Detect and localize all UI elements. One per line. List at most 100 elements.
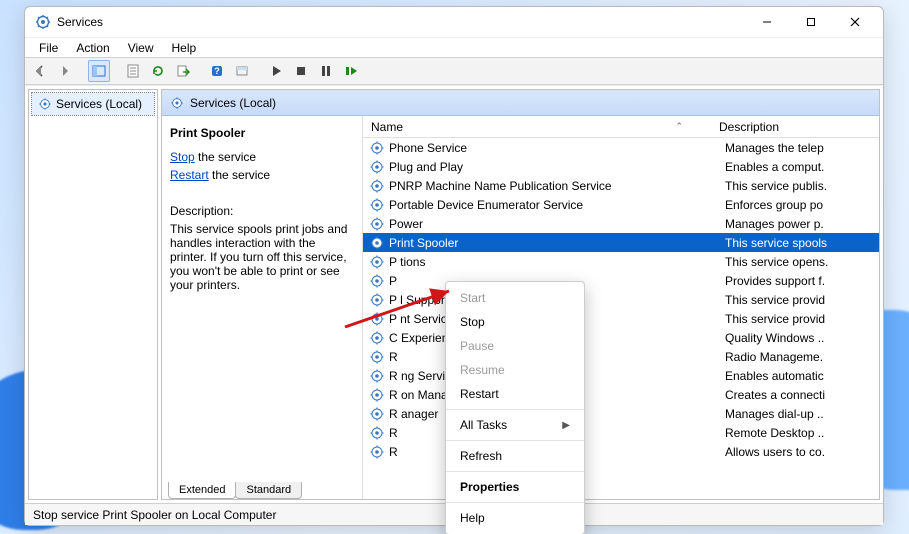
gear-icon [369,235,385,251]
menu-item-help[interactable]: Help [446,506,584,530]
service-row[interactable]: Portable Device Enumerator ServiceEnforc… [363,195,879,214]
context-menu: StartStopPauseResumeRestart All Tasks▶ Ref… [445,281,585,534]
service-row[interactable]: PNRP Machine Name Publication ServiceThi… [363,176,879,195]
status-text: Stop service Print Spooler on Local Comp… [33,508,276,522]
gear-icon [369,311,385,327]
refresh-button[interactable] [147,60,169,82]
menu-item-properties[interactable]: Properties [446,475,584,499]
service-description: This service provid [719,312,879,326]
gear-icon [170,96,184,110]
service-row[interactable]: R anagerManages dial-up .. [363,404,879,423]
back-button[interactable] [29,60,51,82]
menu-action[interactable]: Action [68,39,117,57]
menu-file[interactable]: File [31,39,66,57]
pause-service-button[interactable] [315,60,337,82]
gear-icon [369,159,385,175]
gear-icon [369,197,385,213]
detail-pane-header: Services (Local) [162,90,879,116]
menu-item-start: Start [446,286,584,310]
service-description: This service opens. [719,255,879,269]
service-description: Manages the telep [719,141,879,155]
service-description: Quality Windows .. [719,331,879,345]
minimize-button[interactable] [745,7,789,37]
tree-root-label: Services (Local) [56,97,142,111]
gear-icon [369,330,385,346]
restart-service-button[interactable] [340,60,362,82]
menu-item-stop[interactable]: Stop [446,310,584,334]
service-description: Enables automatic [719,369,879,383]
sort-indicator-icon: ⌃ [675,121,683,132]
toolbar: ? [25,57,883,85]
stop-service-button[interactable] [290,60,312,82]
services-window: Services File Action View Help ? [24,6,884,526]
service-row[interactable]: PowerManages power p. [363,214,879,233]
service-row[interactable]: PProvides support f. [363,271,879,290]
tab-standard[interactable]: Standard [235,482,302,499]
service-row[interactable]: R ng ServiceEnables automatic [363,366,879,385]
close-button[interactable] [833,7,877,37]
service-description: This service provid [719,293,879,307]
service-row[interactable]: R on ManagerCreates a connecti [363,385,879,404]
export-list-button[interactable] [172,60,194,82]
menu-item-restart[interactable]: Restart [446,382,584,406]
tree-root-services-local[interactable]: Services (Local) [31,92,155,116]
menu-item-all-tasks[interactable]: All Tasks▶ [446,413,584,437]
gear-icon [369,368,385,384]
service-row[interactable]: Plug and PlayEnables a comput. [363,157,879,176]
service-name: Power [389,217,719,231]
show-hide-console-tree-button[interactable] [88,60,110,82]
service-description: Enables a comput. [719,160,879,174]
titlebar[interactable]: Services [25,7,883,37]
menu-item-refresh[interactable]: Refresh [446,444,584,468]
gear-icon [38,97,52,111]
gear-icon [369,292,385,308]
service-row[interactable]: RRemote Desktop .. [363,423,879,442]
column-headers: Name⌃ Description [363,116,879,138]
gear-icon [369,349,385,365]
service-row[interactable]: C ExperienceQuality Windows .. [363,328,879,347]
service-description: This service publis. [719,179,879,193]
service-description: Creates a connecti [719,388,879,402]
services-icon [35,14,51,30]
service-name: P tions [389,255,719,269]
description-text: This service spools print jobs and handl… [170,222,354,292]
maximize-button[interactable] [789,7,833,37]
service-row[interactable]: Phone ServiceManages the telep [363,138,879,157]
restart-service-link[interactable]: Restart [170,168,209,182]
menu-separator [446,502,584,503]
menu-view[interactable]: View [120,39,162,57]
properties-button[interactable] [122,60,144,82]
start-service-button[interactable] [265,60,287,82]
menubar: File Action View Help [25,37,883,57]
gear-icon [369,254,385,270]
tab-extended[interactable]: Extended [168,482,236,499]
toolbar-button[interactable] [231,60,253,82]
menu-item-resume: Resume [446,358,584,382]
gear-icon [369,178,385,194]
menu-help[interactable]: Help [164,39,205,57]
service-description: This service spools [719,236,879,250]
gear-icon [369,406,385,422]
column-description[interactable]: Description [713,120,879,134]
service-name: Phone Service [389,141,719,155]
service-row[interactable]: Print SpoolerThis service spools [363,233,879,252]
service-row[interactable]: RRadio Manageme. [363,347,879,366]
description-label: Description: [170,204,354,218]
service-row[interactable]: P l SupportThis service provid [363,290,879,309]
stop-service-link[interactable]: Stop [170,150,195,164]
service-description: Remote Desktop .. [719,426,879,440]
service-description: Enforces group po [719,198,879,212]
service-row[interactable]: P nt ServiceThis service provid [363,309,879,328]
service-row[interactable]: P tionsThis service opens. [363,252,879,271]
gear-icon [369,140,385,156]
service-row[interactable]: RAllows users to co. [363,442,879,461]
view-tabs: Extended Standard [162,479,301,499]
menu-separator [446,471,584,472]
forward-button[interactable] [54,60,76,82]
selected-service-name: Print Spooler [170,126,354,140]
menu-separator [446,440,584,441]
column-name[interactable]: Name⌃ [363,120,713,134]
gear-icon [369,273,385,289]
menu-item-pause: Pause [446,334,584,358]
help-button[interactable]: ? [206,60,228,82]
